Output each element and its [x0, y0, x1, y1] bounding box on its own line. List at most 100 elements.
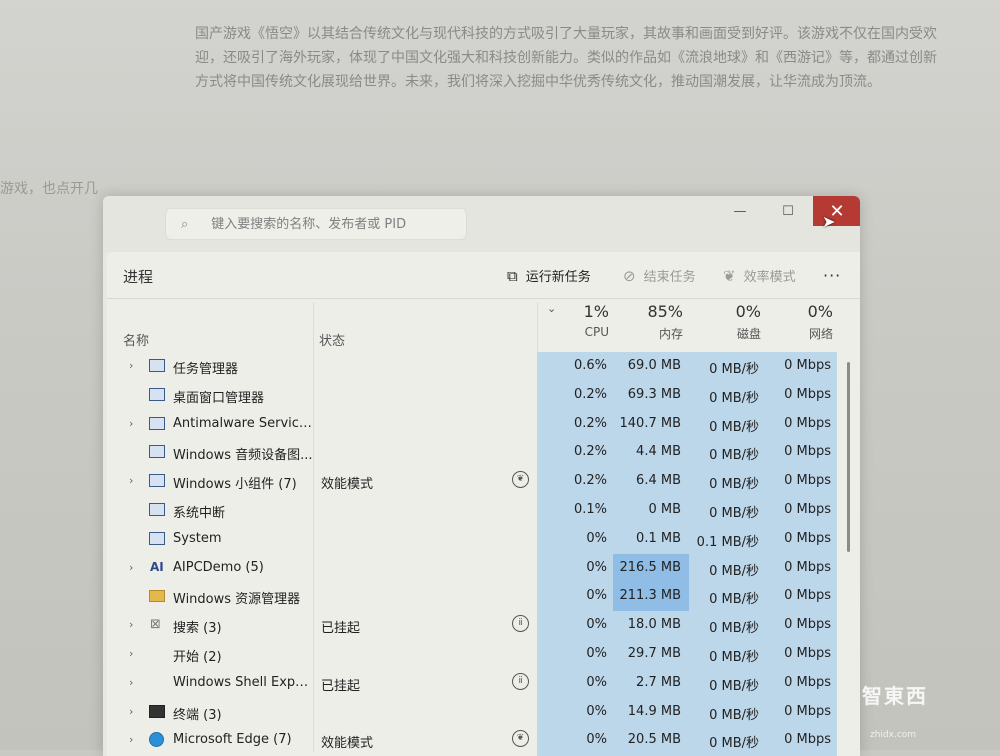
process-name: Windows 音频设备图...	[173, 448, 313, 464]
network-value: 0 Mbps	[784, 444, 831, 460]
memory-value: 14.9 MB	[627, 703, 681, 719]
disk-value: 0 MB/秒	[709, 736, 759, 752]
run-new-task-button[interactable]: ⧉ 运行新任务	[507, 266, 591, 286]
window-icon	[149, 387, 165, 401]
chevron-right-icon[interactable]: ›	[129, 618, 133, 631]
table-row[interactable]: 桌面窗口管理器 0.2% 69.3 MB 0 MB/秒 0 Mbps	[107, 381, 847, 410]
memory-value: 69.0 MB	[627, 358, 681, 373]
cpu-value: 0%	[586, 588, 607, 604]
ai-icon: AI	[150, 559, 164, 574]
table-row[interactable]: 系统中断 0.1% 0 MB 0 MB/秒 0 Mbps	[107, 496, 847, 525]
title-bar: ⌕ — ☐ ✕	[103, 196, 860, 252]
column-header-memory[interactable]: 85% 内存	[607, 302, 683, 342]
efficiency-mode-button[interactable]: ❦ 效率模式	[723, 266, 796, 286]
column-header-name[interactable]: 名称	[123, 330, 149, 349]
chevron-right-icon[interactable]: ›	[129, 733, 133, 746]
processes-panel: 进程 ⧉ 运行新任务 ⊘ 结束任务 ❦ 效率模式 ··· 名称 状态 ⌄ 1% …	[107, 252, 860, 756]
chevron-right-icon[interactable]: ›	[129, 561, 133, 574]
table-row[interactable]: System 0% 0.1 MB 0.1 MB/秒 0 Mbps	[107, 525, 847, 554]
table-row[interactable]: › Antimalware Service... 0.2% 140.7 MB 0…	[107, 410, 847, 439]
disk-percent: 0%	[735, 302, 761, 321]
folder-icon	[149, 590, 165, 603]
chevron-right-icon[interactable]: ›	[129, 647, 133, 660]
end-task-icon: ⊘	[623, 266, 636, 285]
chevron-right-icon[interactable]: ›	[129, 359, 133, 372]
table-row[interactable]: › 开始 (2) 0% 29.7 MB 0 MB/秒 0 Mbps	[107, 640, 847, 669]
table-row[interactable]: › ⊠ 搜索 (3) 已挂起 ⅱ 0% 18.0 MB 0 MB/秒 0 Mbp…	[107, 611, 847, 640]
disk-value: 0 MB/秒	[709, 707, 759, 723]
watermark-site: zhidx.com	[870, 730, 917, 740]
network-value: 0 Mbps	[784, 501, 831, 517]
cpu-value: 0%	[586, 530, 607, 546]
process-name: Windows 小组件 (7)	[173, 477, 297, 493]
table-row[interactable]: Windows 资源管理器 0% 211.3 MB 0 MB/秒 0 Mbps	[107, 582, 847, 612]
cpu-value: 0%	[586, 703, 607, 719]
memory-value: 140.7 MB	[619, 415, 681, 431]
process-name: Windows Shell Expe...	[173, 674, 313, 690]
network-value: 0 Mbps	[784, 617, 831, 633]
pause-icon: ⅱ	[512, 672, 529, 690]
cpu-value: 0%	[586, 617, 607, 633]
table-row[interactable]: › Windows Shell Expe... 已挂起 ⅱ 0% 2.7 MB …	[107, 669, 847, 698]
disk-value: 0 MB/秒	[709, 621, 759, 637]
vertical-scrollbar[interactable]	[847, 362, 850, 552]
process-name: Antimalware Service...	[173, 415, 313, 431]
memory-value: 18.0 MB	[627, 617, 681, 633]
pause-icon: ⅱ	[512, 615, 529, 633]
search-input[interactable]	[209, 215, 466, 233]
table-row[interactable]: › 终端 (3) 0% 14.9 MB 0 MB/秒 0 Mbps	[107, 698, 847, 727]
disk-label: 磁盘	[736, 327, 761, 341]
toolbar-divider	[107, 298, 860, 299]
memory-value: 4.4 MB	[636, 444, 681, 460]
process-name: System	[173, 530, 222, 546]
run-new-task-label: 运行新任务	[525, 270, 591, 285]
table-row[interactable]: › Microsoft Edge (7) 效能模式 ❦ 0% 20.5 MB 0…	[107, 726, 847, 755]
network-value: 0 Mbps	[784, 732, 831, 748]
disk-value: 0 MB/秒	[709, 505, 759, 521]
efficiency-mode-label: 效率模式	[743, 270, 796, 285]
disk-value: 0 MB/秒	[709, 678, 759, 694]
search-icon: ⌕	[180, 216, 189, 232]
table-row[interactable]: Windows 音频设备图... 0.2% 4.4 MB 0 MB/秒 0 Mb…	[107, 438, 847, 467]
column-header-disk[interactable]: 0% 磁盘	[685, 302, 761, 342]
process-name: Windows 资源管理器	[173, 592, 301, 608]
process-name: 任务管理器	[173, 362, 239, 377]
maximize-button[interactable]: ☐	[765, 196, 811, 226]
column-header-network[interactable]: 0% 网络	[757, 302, 833, 342]
process-name: AIPCDemo (5)	[173, 559, 264, 575]
table-row[interactable]: › AI AIPCDemo (5) 0% 216.5 MB 0 MB/秒 0 M…	[107, 553, 847, 583]
process-name: 系统中断	[173, 505, 226, 521]
leaf-icon: ❦	[512, 730, 529, 748]
column-header-status[interactable]: 状态	[319, 330, 345, 349]
network-value: 0 Mbps	[784, 559, 831, 575]
chevron-right-icon[interactable]: ›	[129, 474, 133, 487]
column-header-cpu[interactable]: 1% CPU	[533, 302, 609, 339]
table-row[interactable]: › Windows 小组件 (7) 效能模式 ❦ 0.2% 6.4 MB 0 M…	[107, 467, 847, 496]
network-value: 0 Mbps	[784, 530, 831, 546]
end-task-button[interactable]: ⊘ 结束任务	[623, 266, 696, 286]
chevron-right-icon[interactable]: ›	[129, 705, 133, 718]
disk-value: 0 MB/秒	[709, 563, 759, 579]
network-value: 0 Mbps	[784, 358, 831, 373]
memory-value: 69.3 MB	[627, 386, 681, 402]
page-title: 进程	[123, 268, 154, 286]
memory-value: 216.5 MB	[619, 559, 681, 575]
disk-value: 0 MB/秒	[709, 477, 759, 493]
chevron-right-icon[interactable]: ›	[129, 676, 133, 689]
chevron-right-icon[interactable]: ›	[129, 417, 133, 430]
memory-value: 211.3 MB	[619, 588, 681, 604]
close-button[interactable]: ✕	[813, 196, 860, 226]
disk-value: 0 MB/秒	[709, 362, 759, 377]
network-value: 0 Mbps	[784, 415, 831, 431]
cpu-value: 0.1%	[573, 501, 607, 517]
more-options-button[interactable]: ···	[823, 266, 841, 285]
minimize-button[interactable]: —	[717, 196, 763, 226]
table-row[interactable]: › 任务管理器 0.6% 69.0 MB 0 MB/秒 0 Mbps	[107, 352, 847, 381]
disk-value: 0 MB/秒	[709, 448, 759, 464]
window-icon	[149, 445, 165, 459]
process-name: Microsoft Edge (7)	[173, 732, 292, 748]
cpu-value: 0%	[586, 559, 607, 575]
search-box[interactable]: ⌕	[165, 208, 467, 240]
task-manager-window: ⌕ — ☐ ✕ 进程 ⧉ 运行新任务 ⊘ 结束任务 ❦ 效率模式 ··· 名称 …	[103, 196, 860, 756]
network-value: 0 Mbps	[784, 386, 831, 402]
